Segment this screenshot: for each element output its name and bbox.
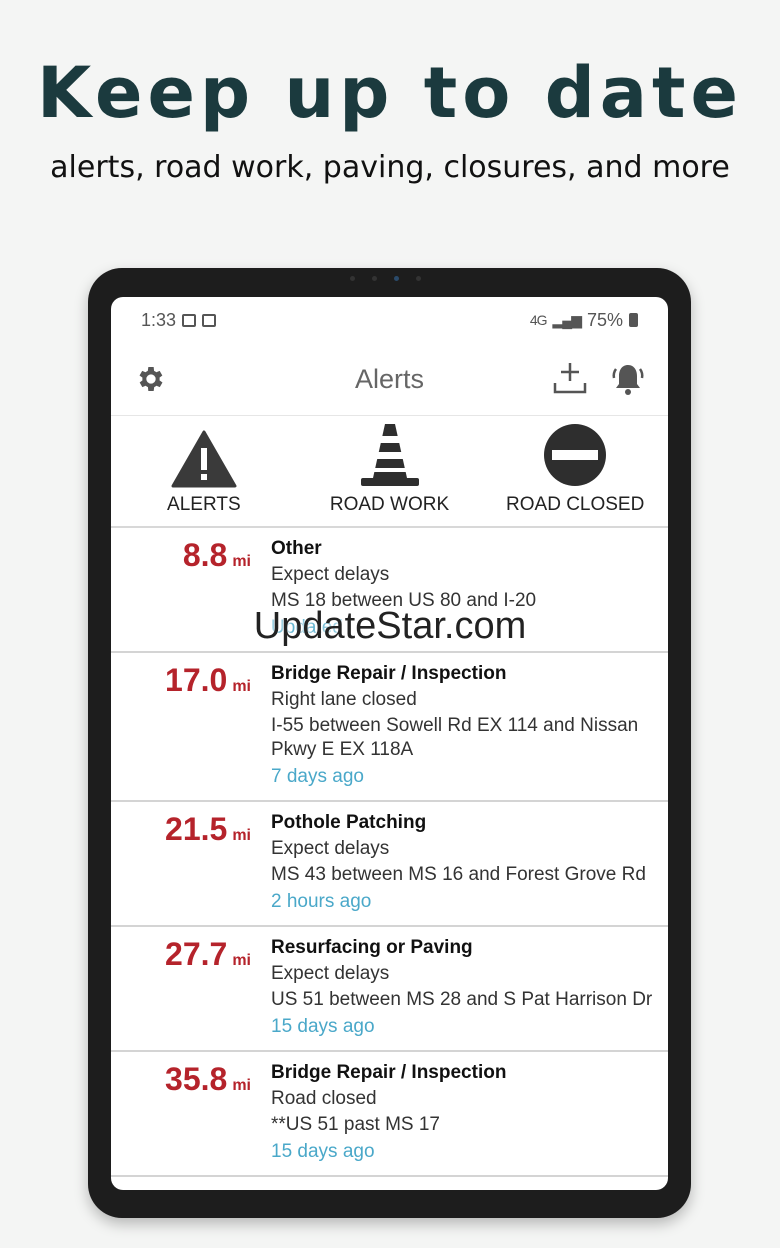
alert-distance: 35.8 xyxy=(165,1061,228,1097)
alert-location: **US 51 past MS 17 xyxy=(271,1114,440,1135)
filter-road-work[interactable]: ROAD WORK xyxy=(297,416,483,526)
add-to-home-icon[interactable] xyxy=(552,359,588,397)
filter-bar: ALERTS ROAD WORK ROAD CLOSED xyxy=(111,416,668,528)
alert-age: Updated xyxy=(271,617,343,638)
filter-road-closed-label: ROAD CLOSED xyxy=(506,494,645,515)
alert-row[interactable]: 21.5 mi Pothole Patching Expect delays MS… xyxy=(111,802,668,927)
alert-location: MS 43 between MS 16 and Forest Grove Rd xyxy=(271,864,646,885)
alert-distance-unit: mi xyxy=(232,678,251,695)
promo-headline: Keep up to date xyxy=(37,52,743,134)
alert-distance: 27.7 xyxy=(165,936,228,972)
filter-alerts-label: ALERTS xyxy=(167,494,241,515)
alert-description: Right lane closed xyxy=(271,689,417,710)
app-screen: 1:33 4G ▂▄▆ 75% Alerts ALERTS ROAD WORK … xyxy=(111,297,668,1190)
app-bar: Alerts xyxy=(111,343,668,416)
alert-distance-unit: mi xyxy=(232,952,251,969)
alert-type: Resurfacing or Paving xyxy=(271,937,473,958)
promo-subline: alerts, road work, paving, closures, and… xyxy=(50,150,730,185)
alert-description: Expect delays xyxy=(271,838,390,859)
alert-distance-unit: mi xyxy=(232,827,251,844)
filter-road-work-label: ROAD WORK xyxy=(329,494,450,515)
battery-icon xyxy=(629,313,638,327)
alert-type: Pothole Patching xyxy=(271,812,427,833)
camera-dots xyxy=(350,276,430,282)
alert-list: 8.8 mi Other Expect delays MS 18 between … xyxy=(111,528,668,1177)
sim-icon xyxy=(202,313,217,327)
alert-distance: 8.8 xyxy=(182,537,228,573)
alert-row[interactable]: 8.8 mi Other Expect delays MS 18 between … xyxy=(111,528,668,653)
status-bar: 1:33 4G ▂▄▆ 75% xyxy=(111,297,668,343)
no-entry-icon xyxy=(544,424,607,486)
alert-distance: 21.5 xyxy=(165,811,228,847)
alert-age: 15 days ago xyxy=(271,1016,375,1037)
alert-distance-unit: mi xyxy=(232,1077,251,1094)
tablet-frame: 1:33 4G ▂▄▆ 75% Alerts ALERTS ROAD WORK … xyxy=(88,268,691,1218)
alert-location: MS 18 between US 80 and I-20 xyxy=(271,590,537,611)
alert-row[interactable]: 17.0 mi Bridge Repair / Inspection Right … xyxy=(111,653,668,802)
alert-distance: 17.0 xyxy=(165,662,228,698)
gallery-icon xyxy=(182,313,197,327)
alert-type: Other xyxy=(271,538,322,559)
battery-level: 75% xyxy=(586,309,623,330)
bell-alarm-icon[interactable] xyxy=(610,359,646,397)
network-type: 4G xyxy=(529,312,548,328)
page-title: Alerts xyxy=(354,363,425,394)
alert-distance-unit: mi xyxy=(232,553,251,570)
alert-row[interactable]: 27.7 mi Resurfacing or Paving Expect dela… xyxy=(111,927,668,1052)
traffic-cone-icon xyxy=(360,424,419,486)
signal-icon: ▂▄▆ xyxy=(552,311,582,328)
alert-age: 2 hours ago xyxy=(271,891,372,912)
alert-age: 15 days ago xyxy=(271,1141,375,1162)
gear-icon[interactable] xyxy=(135,363,167,395)
alert-location: I-55 between Sowell Rd EX 114 and Nissan… xyxy=(271,715,639,760)
alert-description: Expect delays xyxy=(271,564,390,585)
filter-alerts[interactable]: ALERTS xyxy=(111,416,297,526)
alert-type: Bridge Repair / Inspection xyxy=(271,1062,507,1083)
status-time: 1:33 xyxy=(141,309,177,330)
alert-row[interactable]: 35.8 mi Bridge Repair / Inspection Road c… xyxy=(111,1052,668,1177)
alert-description: Expect delays xyxy=(271,963,390,984)
alert-description: Road closed xyxy=(271,1088,377,1109)
alert-age: 7 days ago xyxy=(271,766,364,787)
alert-location: US 51 between MS 28 and S Pat Harrison D… xyxy=(271,989,653,1010)
filter-road-closed[interactable]: ROAD CLOSED xyxy=(482,416,668,526)
alert-type: Bridge Repair / Inspection xyxy=(271,663,507,684)
warning-triangle-icon xyxy=(171,430,237,488)
